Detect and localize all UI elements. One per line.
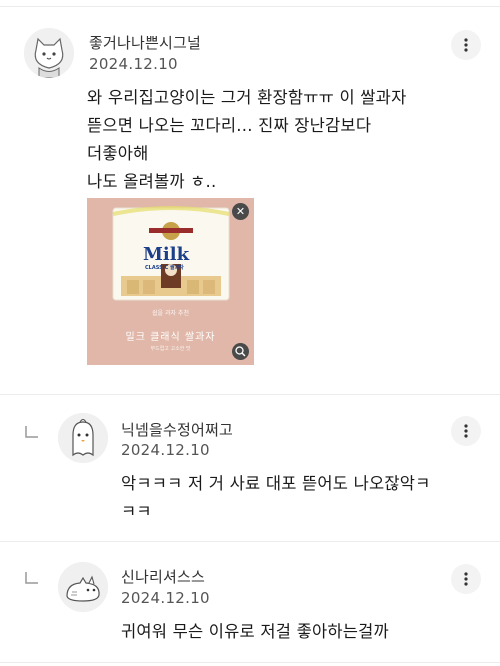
comment-text: 와 우리집고양이는 그거 환장함ㅠㅠ 이 쌀과자 뜯으면 나오는 꼬다리... … bbox=[87, 88, 407, 191]
more-options-button[interactable] bbox=[451, 30, 481, 60]
product-sub-line: 부드럽고 고소한 맛 bbox=[150, 346, 191, 352]
more-options-button[interactable] bbox=[451, 564, 481, 594]
package-subtitle: CLASSIC 쌀과자 bbox=[145, 265, 184, 271]
more-options-button[interactable] bbox=[451, 416, 481, 446]
comment-divider bbox=[0, 541, 500, 542]
ghost-bird-avatar-icon[interactable] bbox=[58, 413, 108, 463]
top-divider bbox=[0, 6, 500, 7]
product-name: 밀크 클래식 쌀과자 bbox=[125, 332, 216, 343]
more-vertical-icon bbox=[464, 572, 468, 586]
attached-image[interactable]: Milk CLASSIC 쌀과자 쉽을 과자 추천 밀크 클래식 쌀과자 부드럽… bbox=[87, 198, 254, 365]
comment-author[interactable]: 좋거나나쁜시그널 bbox=[89, 32, 201, 53]
comment-text: 귀여워 무슨 이유로 저걸 좋아하는걸까 bbox=[121, 622, 389, 641]
comment-divider bbox=[0, 662, 500, 663]
comment-date: 2024.12.10 bbox=[121, 589, 210, 607]
more-vertical-icon bbox=[464, 424, 468, 438]
product-brand-line: 쉽을 과자 추천 bbox=[152, 310, 189, 317]
reply-arrow-icon bbox=[25, 426, 39, 438]
comment-date: 2024.12.10 bbox=[89, 55, 178, 73]
more-vertical-icon bbox=[464, 38, 468, 52]
reply-arrow-icon bbox=[25, 572, 39, 584]
comment-text: 악ㅋㅋㅋ 저 거 사료 대포 뜯어도 나오잖악ㅋ ㅋㅋ bbox=[121, 474, 431, 521]
lying-cat-avatar-icon[interactable] bbox=[58, 562, 108, 612]
comment-author[interactable]: 신나리셔스스 bbox=[121, 566, 205, 587]
cat-avatar-icon[interactable] bbox=[24, 28, 74, 78]
package-title: Milk bbox=[143, 244, 190, 265]
zoom-icon[interactable] bbox=[232, 343, 249, 360]
comment-author[interactable]: 닉넴을수정어쩌고 bbox=[121, 419, 233, 440]
comment-date: 2024.12.10 bbox=[121, 441, 210, 459]
comment-divider bbox=[0, 394, 500, 395]
close-icon[interactable]: ✕ bbox=[232, 203, 249, 220]
